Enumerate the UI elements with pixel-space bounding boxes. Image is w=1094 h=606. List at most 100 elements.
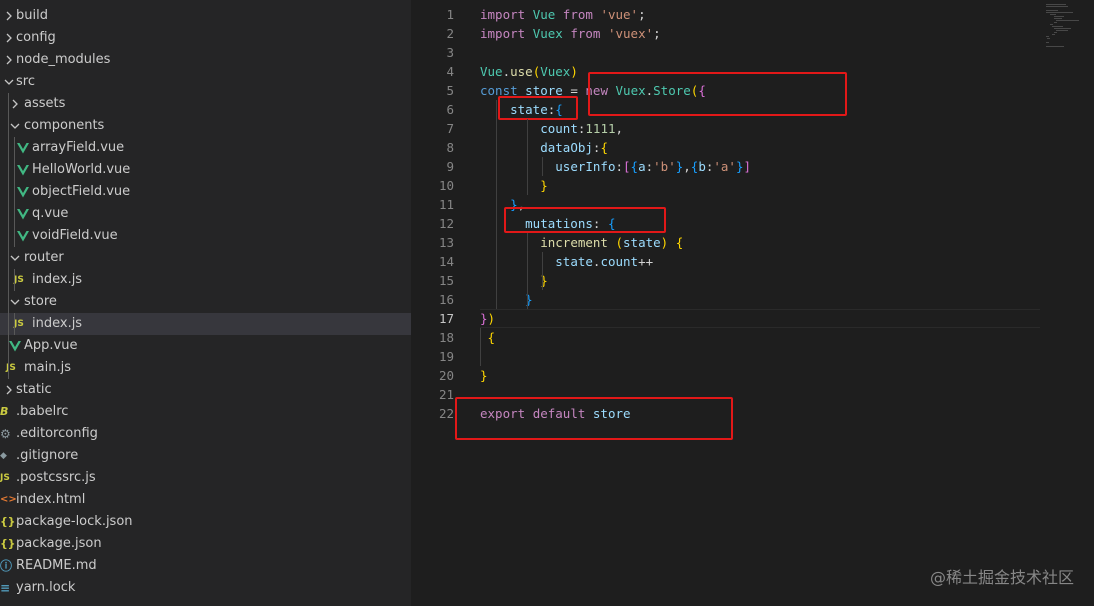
chevron-right-icon[interactable]	[10, 93, 20, 115]
tree-indent-guide	[14, 269, 15, 291]
file-main-js[interactable]: JS main.js	[0, 357, 411, 379]
chevron-right-icon[interactable]	[4, 49, 14, 71]
code-indent-guide	[527, 233, 528, 309]
line-number: 8	[446, 140, 454, 155]
minimap-line	[1054, 32, 1057, 33]
chevron-down-icon[interactable]	[10, 115, 20, 137]
code-line[interactable]: }	[480, 366, 488, 385]
line-number: 18	[438, 330, 454, 345]
tree-item-label: .gitignore	[16, 448, 79, 463]
code-line[interactable]: })	[480, 309, 495, 328]
code-line[interactable]: state.count++	[480, 252, 653, 271]
code-indent-guide	[480, 328, 481, 366]
folder-components[interactable]: components	[0, 115, 411, 137]
tree-item-label: components	[24, 118, 105, 133]
file-q-vue[interactable]: q.vue	[0, 203, 411, 225]
tree-item-label: q.vue	[32, 206, 69, 221]
chevron-right-icon[interactable]	[4, 379, 14, 401]
code-line[interactable]: Vue.use(Vuex)	[480, 62, 578, 81]
code-line[interactable]: userInfo:[{a:'b'},{b:'a'}]	[480, 157, 751, 176]
code-line[interactable]: count:1111,	[480, 119, 623, 138]
file-readme-md[interactable]: ⓘ README.md	[0, 555, 411, 577]
line-number: 4	[446, 64, 454, 79]
folder-store[interactable]: store	[0, 291, 411, 313]
minimap-line	[1046, 42, 1049, 43]
annotation-box-mutations	[504, 207, 666, 233]
code-indent-guide	[542, 252, 543, 290]
line-number: 14	[438, 254, 454, 269]
watermark: @稀土掘金技术社区	[929, 568, 1074, 587]
folder-src[interactable]: src	[0, 71, 411, 93]
file-arrayfield-vue[interactable]: arrayField.vue	[0, 137, 411, 159]
chevron-right-icon[interactable]	[4, 27, 14, 49]
code-line[interactable]: }	[480, 271, 548, 290]
file-voidfield-vue[interactable]: voidField.vue	[0, 225, 411, 247]
line-number: 9	[446, 159, 454, 174]
code-line[interactable]: }	[480, 176, 548, 195]
explorer-sidebar: build config node_modules src assets componen…	[0, 0, 411, 606]
info-icon: ⓘ	[0, 559, 13, 573]
minimap-line	[1046, 36, 1049, 37]
folder-assets[interactable]: assets	[0, 93, 411, 115]
minimap-line	[1056, 30, 1068, 31]
tree-item-label: .editorconfig	[16, 426, 98, 441]
code-line[interactable]: increment (state) {	[480, 233, 683, 252]
code-line[interactable]: import Vue from 'vue';	[480, 5, 646, 24]
file-babelrc[interactable]: B .babelrc	[0, 401, 411, 423]
file-helloworld-vue[interactable]: HelloWorld.vue	[0, 159, 411, 181]
file-editorconfig[interactable]: ⚙ .editorconfig	[0, 423, 411, 445]
file-package-lock-json[interactable]: { } package-lock.json	[0, 511, 411, 533]
file-objectfield-vue[interactable]: objectField.vue	[0, 181, 411, 203]
tree-item-label: index.html	[16, 492, 86, 507]
minimap[interactable]	[1042, 0, 1094, 606]
folder-config[interactable]: config	[0, 27, 411, 49]
file-index-js[interactable]: JS index.js	[0, 313, 411, 335]
tree-item-label: voidField.vue	[32, 228, 118, 243]
js-file-icon: JS	[14, 275, 24, 285]
minimap-line	[1054, 16, 1064, 17]
chevron-right-icon[interactable]	[4, 5, 14, 27]
file-postcssrc-js[interactable]: JS .postcssrc.js	[0, 467, 411, 489]
file-package-json[interactable]: { } package.json	[0, 533, 411, 555]
line-number: 5	[446, 83, 454, 98]
code-line[interactable]: dataObj:{	[480, 138, 608, 157]
minimap-line	[1046, 12, 1073, 13]
tree-indent-guide	[8, 93, 9, 379]
folder-node-modules[interactable]: node_modules	[0, 49, 411, 71]
folder-static[interactable]: static	[0, 379, 411, 401]
code-line[interactable]: import Vuex from 'vuex';	[480, 24, 661, 43]
code-indent-guide	[527, 119, 528, 195]
tree-item-label: .babelrc	[16, 404, 69, 419]
file-index-html[interactable]: <> index.html	[0, 489, 411, 511]
file-yarn-lock[interactable]: ≡ yarn.lock	[0, 577, 411, 599]
tree-item-label: README.md	[16, 558, 97, 573]
line-number: 20	[438, 368, 454, 383]
gear-icon: ⚙	[0, 427, 11, 441]
tree-item-label: arrayField.vue	[32, 140, 125, 155]
code-line[interactable]: }	[480, 290, 533, 309]
file-app-vue[interactable]: App.vue	[0, 335, 411, 357]
code-line[interactable]: {	[480, 328, 496, 347]
tree-item-label: yarn.lock	[16, 580, 76, 595]
chevron-down-icon[interactable]	[10, 291, 20, 313]
file-gitignore[interactable]: ◆ .gitignore	[0, 445, 411, 467]
minimap-line	[1050, 24, 1053, 25]
vscode-window: build config node_modules src assets componen…	[0, 0, 1094, 606]
file-index-js[interactable]: JS index.js	[0, 269, 411, 291]
minimap-line	[1054, 18, 1062, 19]
line-number: 10	[438, 178, 454, 193]
tree-item-label: main.js	[24, 360, 71, 375]
chevron-down-icon[interactable]	[10, 247, 20, 269]
tree-item-label: .postcssrc.js	[16, 470, 96, 485]
tree-item-label: build	[16, 8, 48, 23]
folder-router[interactable]: router	[0, 247, 411, 269]
code-indent-guide	[542, 157, 543, 176]
line-number: 16	[438, 292, 454, 307]
code-editor[interactable]: 1 2 3 4 5 6 7 8 9 10 11 12 13 14 15 16 17 18 19 20 21 22 impo…	[412, 0, 1094, 606]
html-file-icon: <>	[0, 494, 17, 505]
minimap-line	[1054, 28, 1071, 29]
line-number: 13	[438, 235, 454, 250]
chevron-down-icon[interactable]	[4, 71, 14, 93]
line-number: 15	[438, 273, 454, 288]
folder-build[interactable]: build	[0, 5, 411, 27]
